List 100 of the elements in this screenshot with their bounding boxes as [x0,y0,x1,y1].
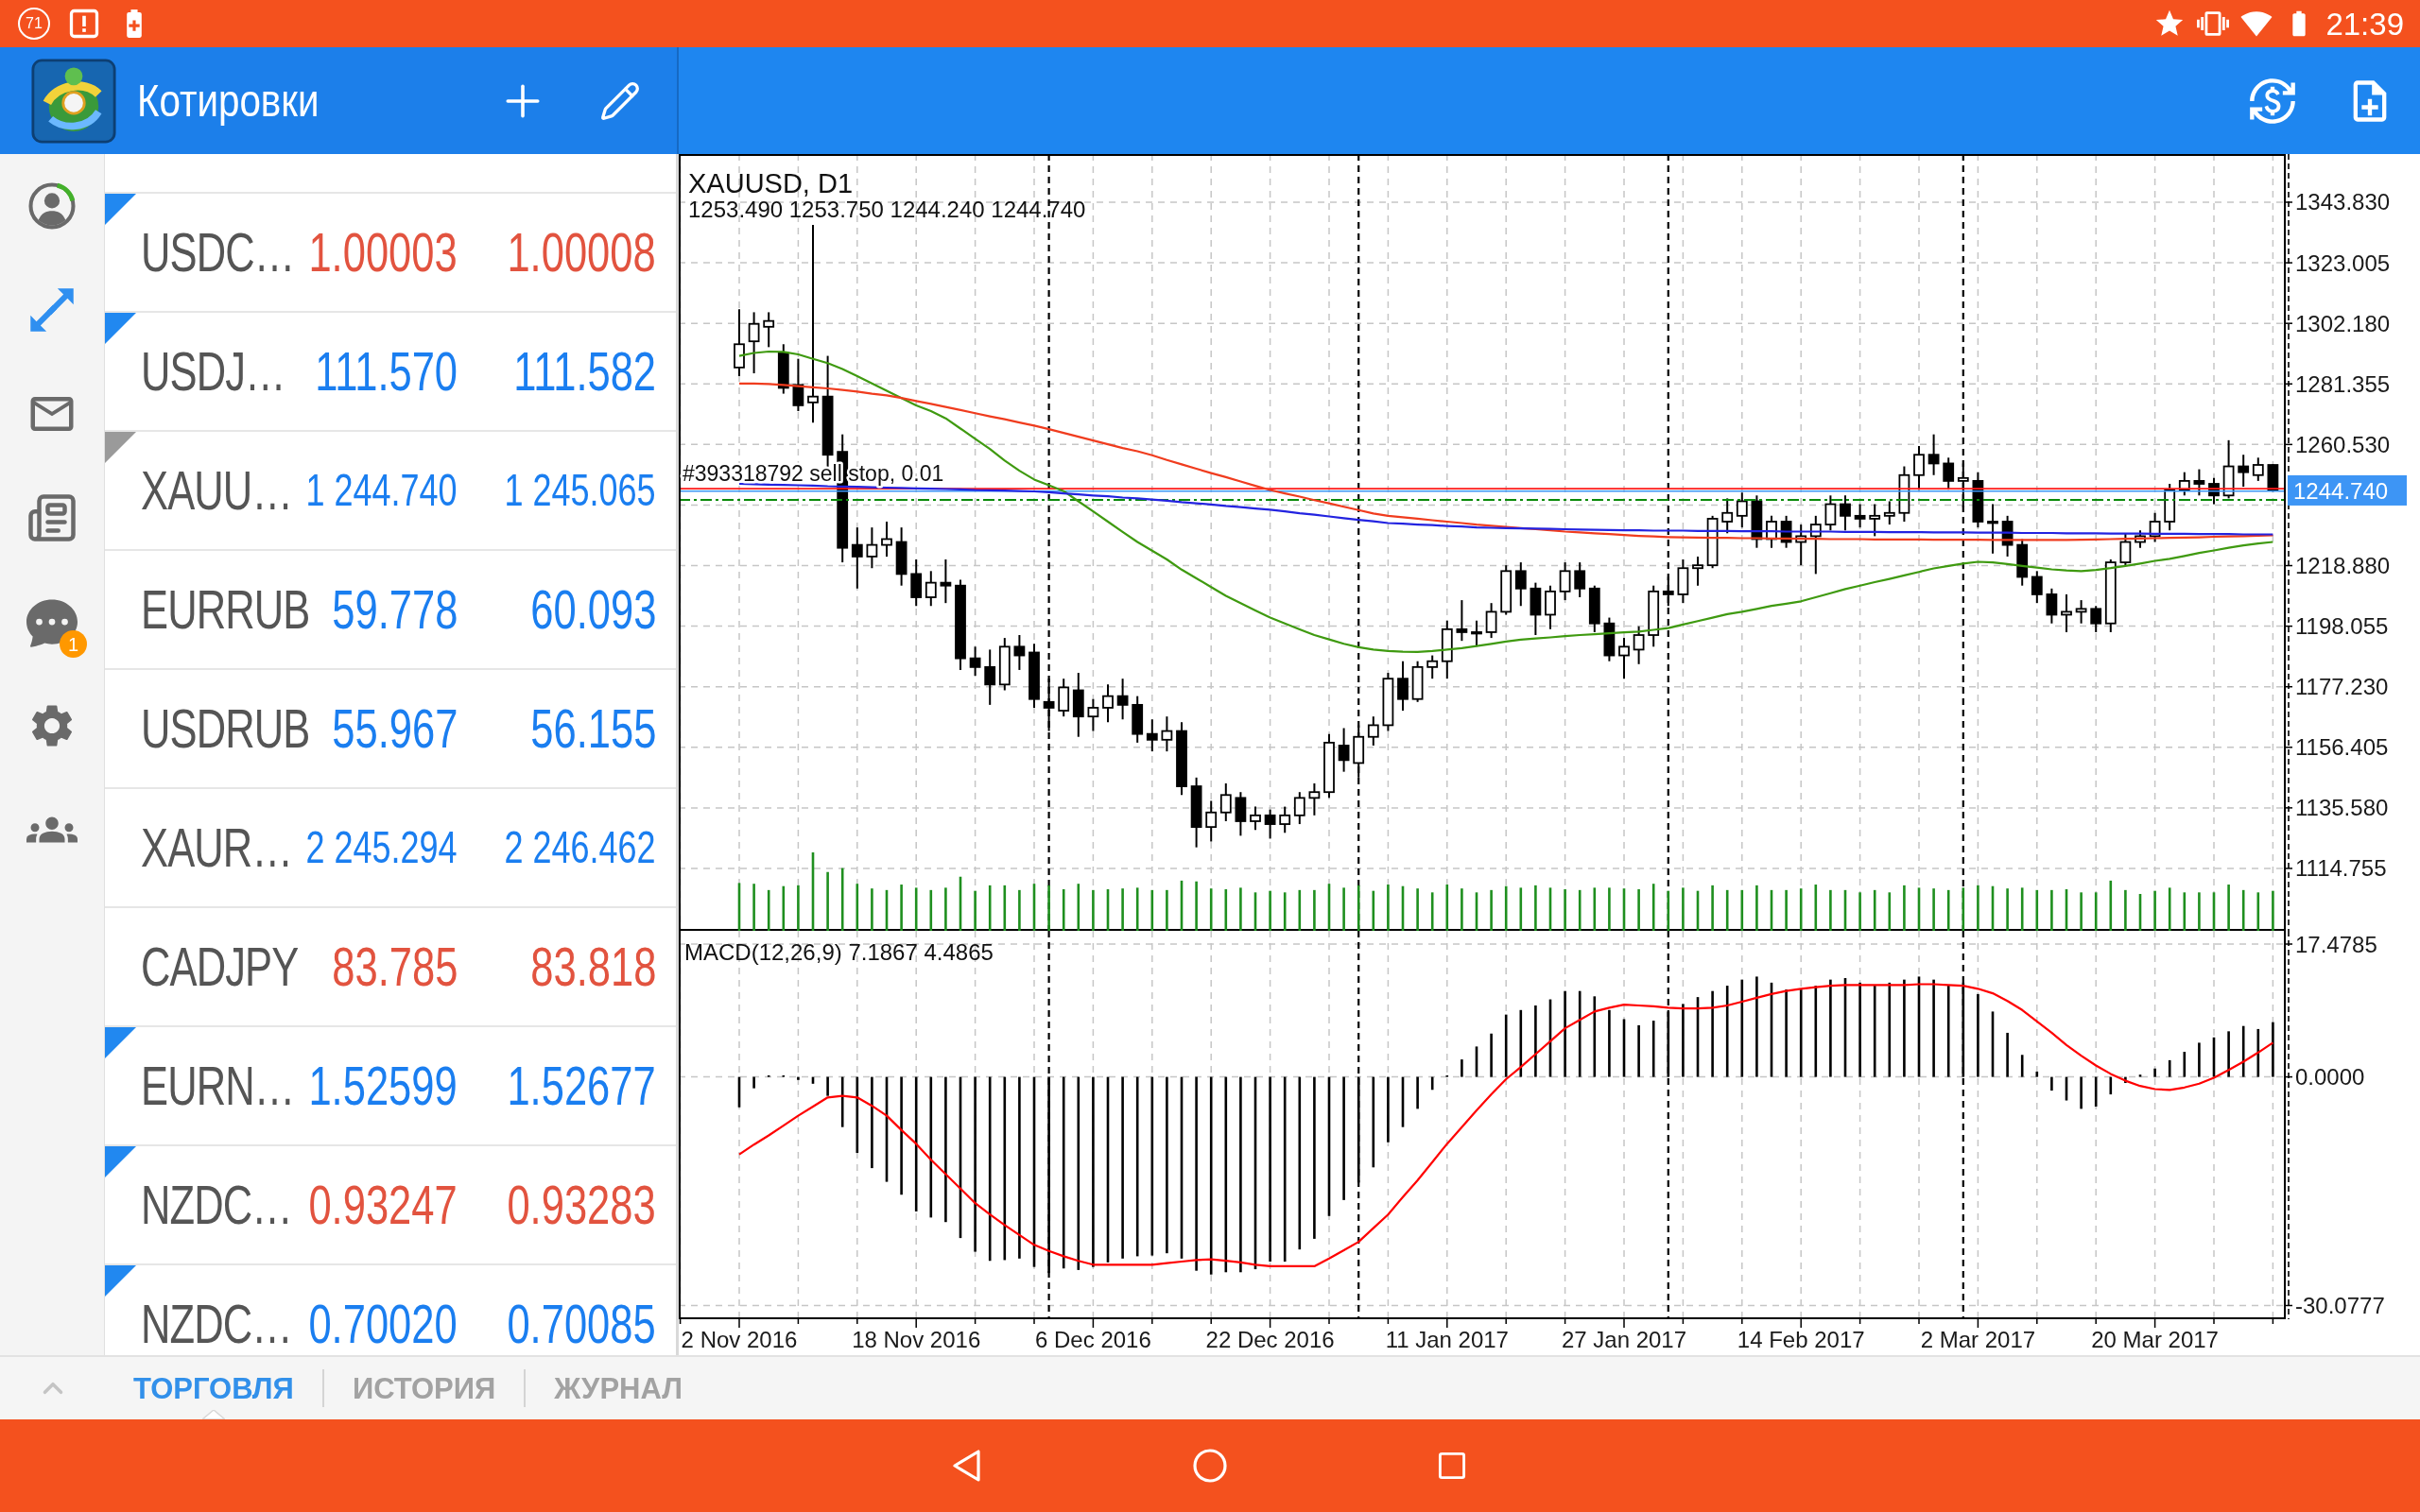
date-label: 2 Nov 2016 [681,1327,798,1352]
symbol-name: EURRUB [141,582,310,637]
candlestick [1545,584,1556,630]
currency-exchange-icon [2248,76,2297,126]
ask-price: 1 245.065 [504,468,656,513]
candlestick [2208,476,2220,506]
globe-logo-icon [31,58,116,144]
candlestick [2090,605,2102,633]
candlestick [2267,463,2279,493]
symbol-name: NZDC… [141,1297,292,1351]
candlestick [1559,561,1571,602]
candlestick [1087,697,1099,732]
candlestick [1514,561,1527,608]
quote-row[interactable]: XAUU… 1 244.740 1 245.065 [105,432,676,551]
ask-price: 2 246.462 [504,825,656,870]
clock-time: 21:39 [2325,8,2404,40]
bid-price: 83.785 [331,939,458,994]
date-label: 20 Mar 2017 [2091,1327,2219,1352]
axis-label: 1135.580 [2295,795,2389,821]
ask-price: 56.155 [529,701,656,756]
candlestick [984,648,996,706]
candlestick [1279,805,1291,834]
candlestick [1883,500,1895,526]
candlestick [1264,808,1276,840]
candlestick [910,558,923,608]
candlestick [792,357,804,413]
candlestick [1736,491,1748,529]
ask-price: 1.52677 [507,1058,656,1113]
symbol-name: XAUR… [141,820,292,875]
candlestick [1898,465,1910,523]
candlestick [925,570,937,608]
candlestick [1382,672,1394,732]
candlestick [1013,634,1026,671]
axis-label: 1281.355 [2295,370,2391,397]
axis-label: 1177.230 [2295,674,2389,700]
axis-label: 1218.880 [2295,553,2391,579]
candlestick [1411,660,1424,703]
date-label: 2 Mar 2017 [1920,1327,2036,1352]
chart-title: XAUUSD, D1 [688,168,854,198]
candlestick [1840,494,1851,532]
current-price-tag: 1244.740 [2288,474,2407,506]
candlestick [2001,514,2014,558]
date-label: 11 Jan 2017 [1385,1327,1509,1352]
axis-label: 1198.055 [2295,613,2389,640]
candlestick [1957,462,1969,508]
candlestick [1721,497,1734,535]
candlestick [2252,456,2264,482]
quote-row[interactable]: EURN… 1.52599 1.52677 [105,1027,676,1146]
candlestick [1146,718,1158,753]
candlestick [2119,532,2132,567]
candlestick [1588,584,1600,633]
alert-box-icon [67,7,101,41]
axis-label: 1156.405 [2295,734,2389,761]
bid-price: 0.93247 [308,1177,458,1232]
candlestick [940,558,952,605]
ask-price: 0.93283 [507,1177,656,1232]
symbol-name: CADJPY [141,939,299,994]
candlestick [1235,791,1247,837]
candlestick [1043,678,1055,732]
bid-price: 1 244.740 [305,468,458,513]
candlestick [1219,782,1232,822]
symbol-name: XAUU… [141,463,292,518]
axis-label: -30.0777 [2295,1293,2385,1318]
candlestick [1927,433,1940,476]
candlestick [2135,529,2146,549]
candlestick [1028,643,1040,709]
candlestick [1795,524,1807,567]
candlestick [1706,514,1719,570]
ohlc-values: 1253.490 1253.750 1244.240 1244.740 [688,197,1086,222]
axis-label: 1260.530 [2295,431,2391,457]
ask-price: 111.582 [513,344,656,399]
candlestick [1161,715,1173,753]
quote-row[interactable]: NZDC… 0.93247 0.93283 [105,1146,676,1265]
candlestick [1485,602,1497,640]
candlestick [1058,678,1070,718]
candlestick [2031,570,2043,605]
symbol-name: EURN… [141,1058,295,1113]
candlestick [763,311,775,349]
candlestick [1426,654,1439,680]
pencil-icon [599,79,641,122]
candlestick [1972,471,1984,529]
candlestick [1250,805,1261,832]
date-label: 6 Dec 2016 [1035,1327,1151,1352]
candlestick [1766,514,1777,549]
axis-label: 1114.755 [2295,855,2387,882]
ask-price: 0.70085 [507,1297,656,1351]
symbol-name: USDJ… [141,344,285,399]
candlestick [1397,660,1409,713]
quote-row[interactable]: USDJ… 111.570 111.582 [105,313,676,432]
candlestick [1824,494,1837,532]
symbol-name: NZDC… [141,1177,292,1232]
candlestick [1574,561,1586,598]
quote-row[interactable]: USDC… 1.00003 1.00008 [105,194,676,313]
candlestick [1367,715,1379,747]
candlestick [1471,619,1482,648]
ask-price: 1.00008 [507,225,656,280]
candlestick [1102,683,1114,724]
chart-title: MACD(12,26,9) 7.1867 4.4865 [684,939,994,965]
date-label: 27 Jan 2017 [1561,1327,1687,1352]
candlestick [1662,576,1674,608]
